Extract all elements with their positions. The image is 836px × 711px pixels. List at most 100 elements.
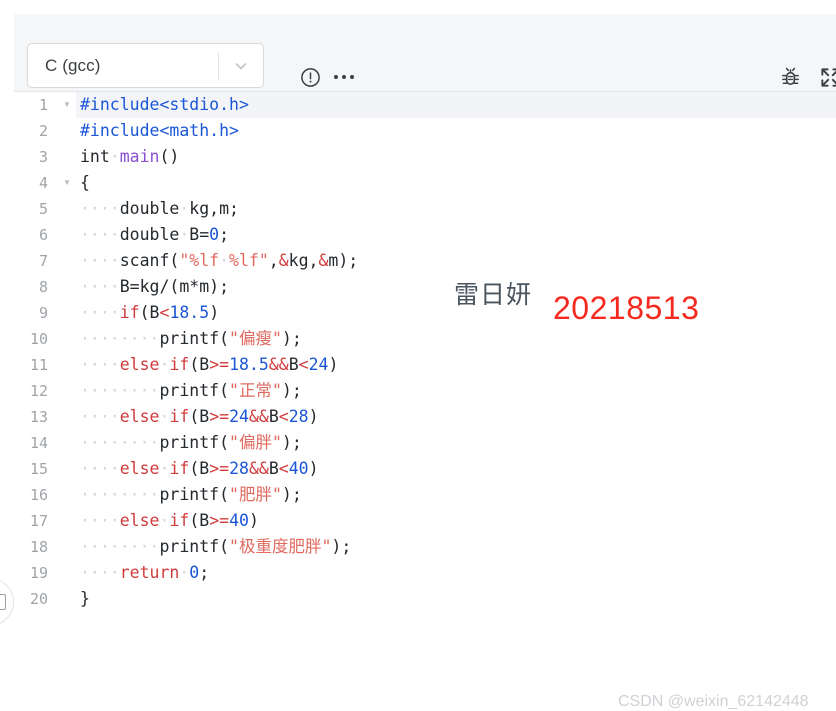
language-select[interactable]: C (gcc) [27,43,264,88]
code-line[interactable]: 3 int·main() [14,144,836,170]
code-line[interactable]: 12 ········printf("正常"); [14,378,836,404]
line-number: 16 [29,486,48,504]
code-line[interactable]: 19 ····return·0; [14,560,836,586]
code-token: ); [281,329,302,348]
code-token: < [159,303,170,322]
code-token: printf( [159,537,230,556]
code-line[interactable]: 13 ····else·if(B>=24&&B<28) [14,404,836,430]
code-token: ···· [80,407,120,426]
code-token: · [219,251,230,270]
code-line[interactable]: 16 ········printf("肥胖"); [14,482,836,508]
code-token: 0 [209,225,220,244]
editor-toolbar: C (gcc) [14,14,836,92]
student-id-watermark: 20218513 [553,290,700,326]
csdn-watermark: CSDN @weixin_62142448 [618,693,809,710]
code-token: kg,m; [189,199,239,218]
fullscreen-expand-icon[interactable] [818,65,836,89]
code-token: ) [328,355,339,374]
line-number: 14 [29,434,48,452]
code-token: · [109,147,120,166]
code-token: ) [209,303,220,322]
code-token: if [169,355,190,374]
language-select-value: C (gcc) [45,55,101,75]
code-line[interactable]: 6 ····double·B=0; [14,222,836,248]
code-lines[interactable]: 1 ▼ #include<stdio.h> 2 #include<math.h> 3 int… [14,92,836,612]
code-token: (B [189,407,210,426]
line-number: 8 [38,278,48,296]
code-token: { [80,173,90,192]
code-token: ···· [80,225,120,244]
code-token: 28 [229,459,249,478]
code-token: "肥胖" [229,485,282,504]
line-number: 2 [38,122,48,140]
code-token: · [179,199,190,218]
square-outline-icon [0,594,6,610]
code-line[interactable]: 2 #include<math.h> [14,118,836,144]
line-code: ····else·if(B>=24&&B<28) [76,404,836,430]
code-token: double [119,199,180,218]
code-editor-panel: C (gcc) 1 ▼ #include<stdio.h> 2 #include… [14,14,836,711]
line-code: ····double·kg,m; [76,196,836,222]
code-token: if [169,511,190,530]
line-code: { [76,170,836,196]
code-token: 24 [229,407,249,426]
code-token: else [119,511,160,530]
code-token: < [278,459,289,478]
code-token: · [159,511,170,530]
code-token: & [318,251,329,270]
line-code: } [76,586,836,612]
code-token: ········ [80,329,160,348]
code-line[interactable]: 10 ········printf("偏瘦"); [14,326,836,352]
code-token: (B [189,459,210,478]
code-token: ···· [80,251,120,270]
fold-arrow-icon[interactable]: ▼ [58,170,76,196]
more-horizontal-icon[interactable] [332,66,356,88]
code-line[interactable]: 14 ········printf("偏胖"); [14,430,836,456]
line-number: 19 [29,564,48,582]
code-line[interactable]: 1 ▼ #include<stdio.h> [14,92,836,118]
line-number: 18 [29,538,48,556]
bug-icon[interactable] [778,65,802,89]
code-token: (B [189,355,210,374]
code-line[interactable]: 8 ····B=kg/(m*m); [14,274,836,300]
line-number: 4 [38,174,48,192]
fold-arrow-icon[interactable]: ▼ [58,92,76,118]
code-token: return [119,563,180,582]
code-content-area[interactable]: 1 ▼ #include<stdio.h> 2 #include<math.h> 3 int… [14,92,836,710]
code-token: < [298,355,309,374]
code-token: main [119,147,160,166]
left-floating-button[interactable] [0,578,14,626]
code-token: 24 [308,355,329,374]
code-line[interactable]: 9 ····if(B<18.5) [14,300,836,326]
code-line[interactable]: 15 ····else·if(B>=28&&B<40) [14,456,836,482]
code-token: printf( [159,485,230,504]
line-number: 11 [29,356,48,374]
code-line[interactable]: 11 ····else·if(B>=18.5&&B<24) [14,352,836,378]
code-line[interactable]: 5 ····double·kg,m; [14,196,836,222]
code-token: ···· [80,277,120,296]
code-token: ) [308,459,319,478]
code-line[interactable]: 17 ····else·if(B>=40) [14,508,836,534]
code-token: ···· [80,511,120,530]
code-token: #include<stdio.h> [80,95,249,114]
code-token: #include<math.h> [80,121,239,140]
code-token: else [119,355,160,374]
code-line[interactable]: 18 ········printf("极重度肥胖"); [14,534,836,560]
code-token: "偏瘦" [229,329,282,348]
line-number: 15 [29,460,48,478]
chevron-down-icon[interactable] [219,58,263,74]
line-number: 5 [38,200,48,218]
line-code: ····scanf("%lf·%lf",&kg,&m); [76,248,836,274]
code-token: printf( [159,433,230,452]
info-circle-icon[interactable] [299,66,321,88]
code-token: = [199,225,210,244]
code-token: >= [209,459,230,478]
code-line[interactable]: 7 ····scanf("%lf·%lf",&kg,&m); [14,248,836,274]
line-number: 3 [38,148,48,166]
code-token: kg, [288,251,319,270]
code-line[interactable]: 20} [14,586,836,612]
code-line[interactable]: 4 ▼{ [14,170,836,196]
line-number: 20 [29,590,48,608]
code-token: ···· [80,355,120,374]
code-token: · [159,459,170,478]
